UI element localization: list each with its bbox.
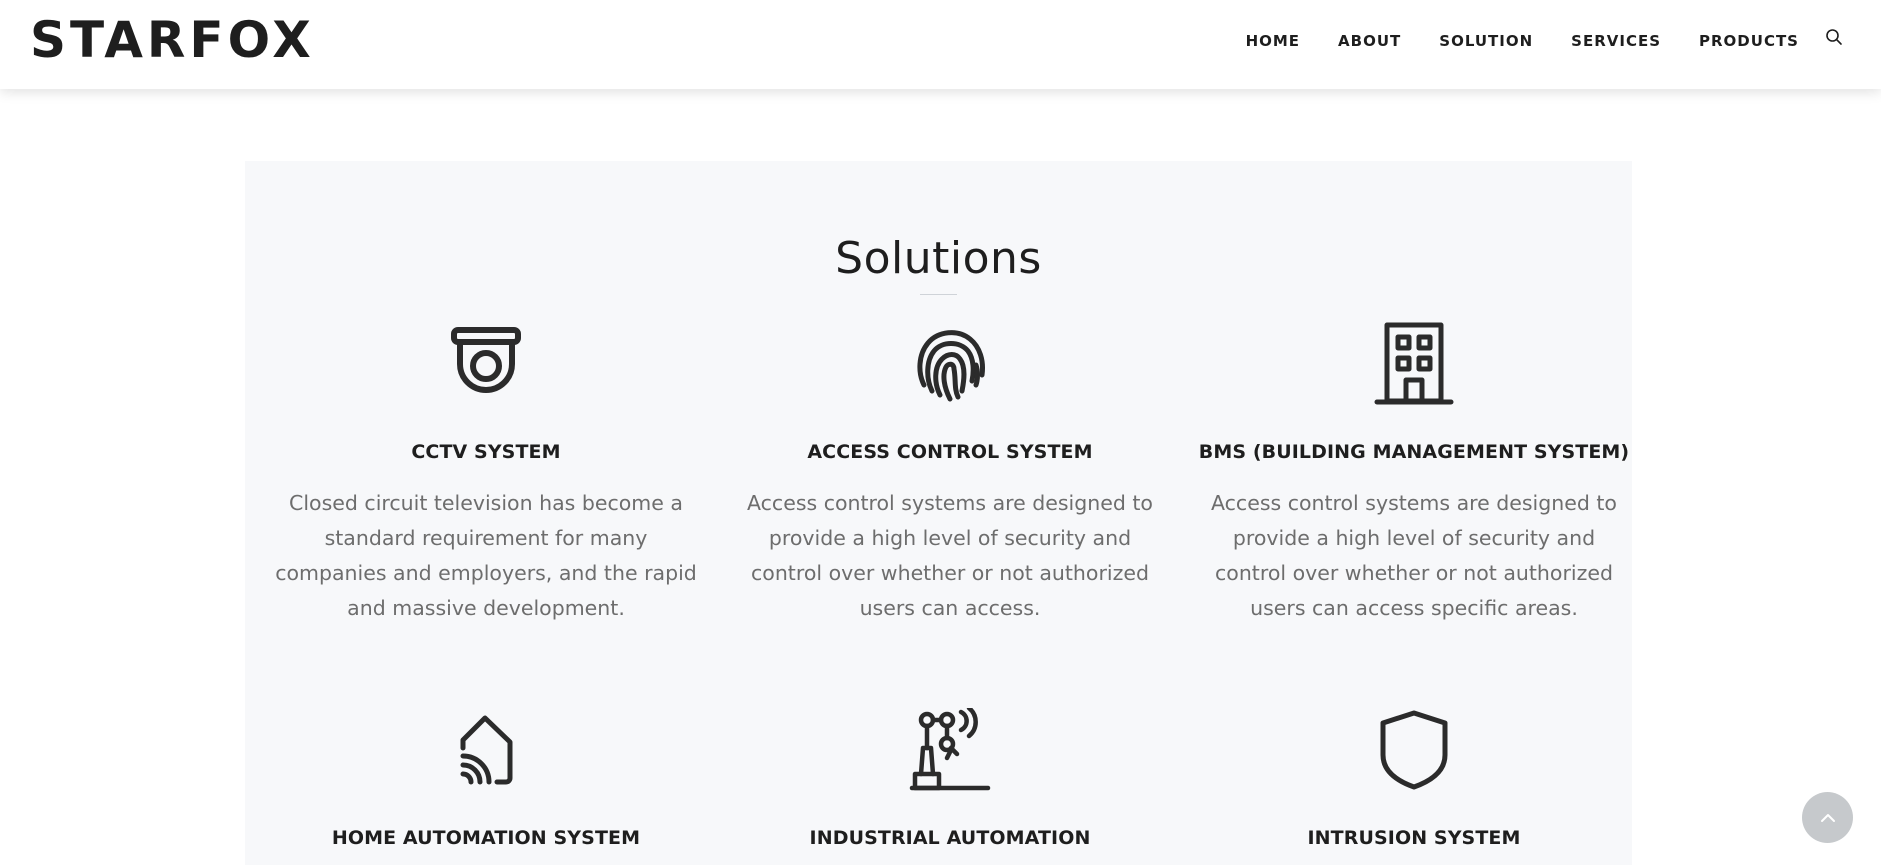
building-icon — [1374, 322, 1454, 410]
solution-card-access-control[interactable]: ACCESS CONTROL SYSTEM Access control sys… — [732, 321, 1168, 626]
solution-card-intrusion[interactable]: INTRUSION SYSTEM — [1196, 707, 1632, 851]
smart-home-icon — [455, 714, 517, 790]
site-header: STARFOX HOME ABOUT SOLUTION SERVICES PRO… — [0, 0, 1881, 89]
card-text: Access control systems are designed to p… — [747, 491, 1153, 620]
solutions-section: Solutions CCTV SYSTEM Closed circuit tel… — [245, 161, 1632, 865]
card-text: Closed circuit television has become a s… — [275, 491, 697, 620]
card-title: HOME AUTOMATION SYSTEM — [331, 827, 641, 849]
card-title: INDUSTRIAL AUTOMATION — [809, 827, 1091, 849]
card-title: CCTV SYSTEM — [411, 441, 561, 463]
solution-card-home-automation[interactable]: HOME AUTOMATION SYSTEM — [268, 707, 704, 851]
main-nav: HOME ABOUT SOLUTION SERVICES PRODUCTS — [1246, 30, 1799, 52]
nav-about[interactable]: ABOUT — [1338, 30, 1401, 52]
nav-products[interactable]: PRODUCTS — [1699, 30, 1799, 52]
section-title: Solutions — [835, 233, 1042, 284]
card-title: BMS (BUILDING MANAGEMENT SYSTEM) — [1198, 441, 1630, 463]
nav-solution[interactable]: SOLUTION — [1439, 30, 1533, 52]
search-icon[interactable] — [1825, 28, 1843, 46]
back-to-top-button[interactable] — [1802, 792, 1853, 843]
robotic-arm-icon — [909, 705, 991, 796]
card-title: ACCESS CONTROL SYSTEM — [807, 441, 1093, 463]
card-text: Access control systems are designed to p… — [1211, 491, 1617, 620]
site-logo[interactable]: STARFOX — [30, 10, 315, 70]
nav-home[interactable]: HOME — [1246, 30, 1300, 52]
nav-services[interactable]: SERVICES — [1571, 30, 1661, 52]
title-divider — [920, 294, 957, 295]
solution-card-bms[interactable]: BMS (BUILDING MANAGEMENT SYSTEM) Access … — [1196, 321, 1632, 626]
solution-card-industrial-automation[interactable]: INDUSTRIAL AUTOMATION — [732, 705, 1168, 851]
chevron-up-icon — [1820, 808, 1836, 827]
shield-icon — [1377, 709, 1451, 795]
cctv-camera-icon — [450, 326, 522, 406]
fingerprint-icon — [914, 325, 986, 407]
card-title: INTRUSION SYSTEM — [1307, 827, 1521, 849]
solution-card-cctv[interactable]: CCTV SYSTEM Closed circuit television ha… — [268, 321, 704, 626]
